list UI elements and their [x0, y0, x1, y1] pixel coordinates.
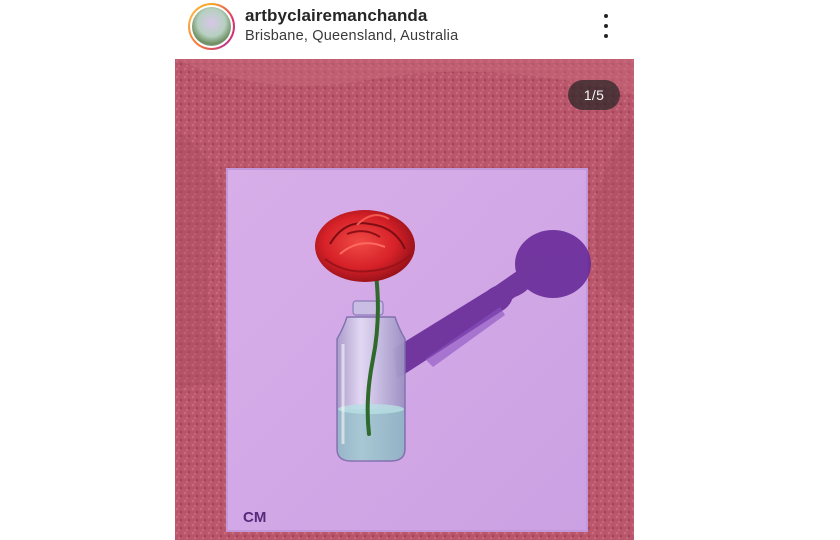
- more-options-icon[interactable]: [596, 12, 616, 40]
- red-rose: [315, 210, 415, 282]
- profile-avatar[interactable]: [188, 3, 235, 50]
- artist-signature: CM: [243, 509, 266, 526]
- post-header: artbyclairemanchanda Brisbane, Queenslan…: [0, 0, 840, 58]
- username-link[interactable]: artbyclairemanchanda: [245, 6, 427, 26]
- location-link[interactable]: Brisbane, Queensland, Australia: [245, 28, 458, 44]
- media-counter-badge: 1/5: [568, 80, 620, 110]
- avatar-image: [192, 7, 231, 46]
- post-image[interactable]: CM: [175, 59, 634, 540]
